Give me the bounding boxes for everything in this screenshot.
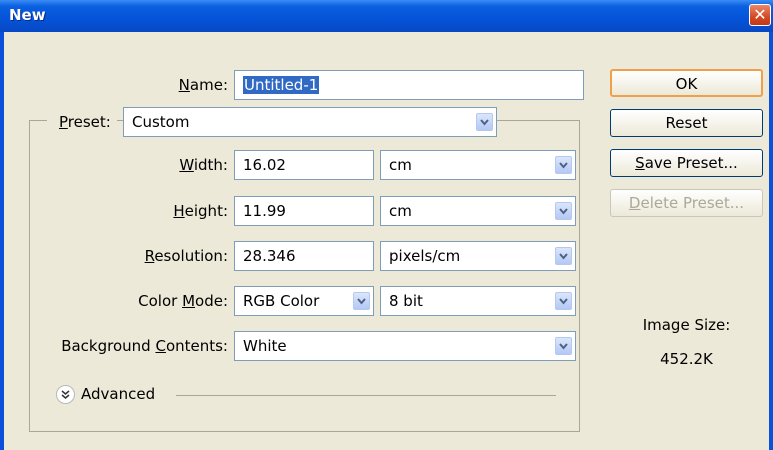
resolution-unit-value: pixels/cm [389,247,461,265]
preset-value: Custom [132,113,190,131]
preset-dropdown[interactable]: Custom [123,107,497,137]
chevron-down-icon[interactable] [555,156,572,174]
background-contents-dropdown[interactable]: White [234,331,576,361]
background-contents-value: White [243,337,287,355]
height-input[interactable]: 11.99 [234,196,374,226]
color-mode-dropdown[interactable]: RGB Color [234,286,374,316]
close-button[interactable]: ✕ [749,4,771,26]
height-unit-value: cm [389,202,412,220]
image-size-label: Image Size: [642,316,731,334]
background-contents-label: Background Contents: [61,337,228,355]
window-frame-left [0,32,4,450]
chevron-down-icon[interactable] [555,292,572,310]
name-input-value: Untitled-1 [243,76,320,94]
color-mode-value: RGB Color [243,292,320,310]
image-size-value: 452.2K [660,350,713,368]
height-label: Height: [173,202,228,220]
delete-preset-button: Delete Preset... [610,189,763,217]
name-label: Name: [178,76,228,94]
chevron-down-icon[interactable] [353,292,370,310]
width-input[interactable]: 16.02 [234,150,374,180]
width-value: 16.02 [243,156,286,174]
title-bar[interactable]: New ✕ [0,0,773,32]
chevron-down-icon[interactable] [476,113,493,131]
ok-button[interactable]: OK [610,69,763,97]
expand-chevrons-icon[interactable] [56,385,75,404]
advanced-divider [176,395,556,396]
name-input[interactable]: Untitled-1 [234,70,584,100]
new-document-dialog: New ✕ Name: Untitled-1 Preset: Custom Wi… [0,0,773,450]
height-value: 11.99 [243,202,286,220]
close-icon: ✕ [753,5,767,24]
chevron-down-icon[interactable] [555,202,572,220]
advanced-label[interactable]: Advanced [81,385,155,403]
resolution-label: Resolution: [144,247,228,265]
resolution-value: 28.346 [243,247,296,265]
width-label: Width: [179,156,228,174]
bit-depth-dropdown[interactable]: 8 bit [380,286,576,316]
window-frame-right [769,32,773,450]
chevron-down-icon[interactable] [555,247,572,265]
width-unit-value: cm [389,156,412,174]
reset-button[interactable]: Reset [610,109,763,137]
preset-label: Preset: [47,113,117,131]
bit-depth-value: 8 bit [389,292,423,310]
color-mode-label: Color Mode: [138,292,228,310]
resolution-unit-dropdown[interactable]: pixels/cm [380,241,576,271]
save-preset-button[interactable]: Save Preset... [610,149,763,177]
width-unit-dropdown[interactable]: cm [380,150,576,180]
chevron-down-icon[interactable] [555,337,572,355]
resolution-input[interactable]: 28.346 [234,241,374,271]
height-unit-dropdown[interactable]: cm [380,196,576,226]
dialog-title: New [9,6,46,24]
